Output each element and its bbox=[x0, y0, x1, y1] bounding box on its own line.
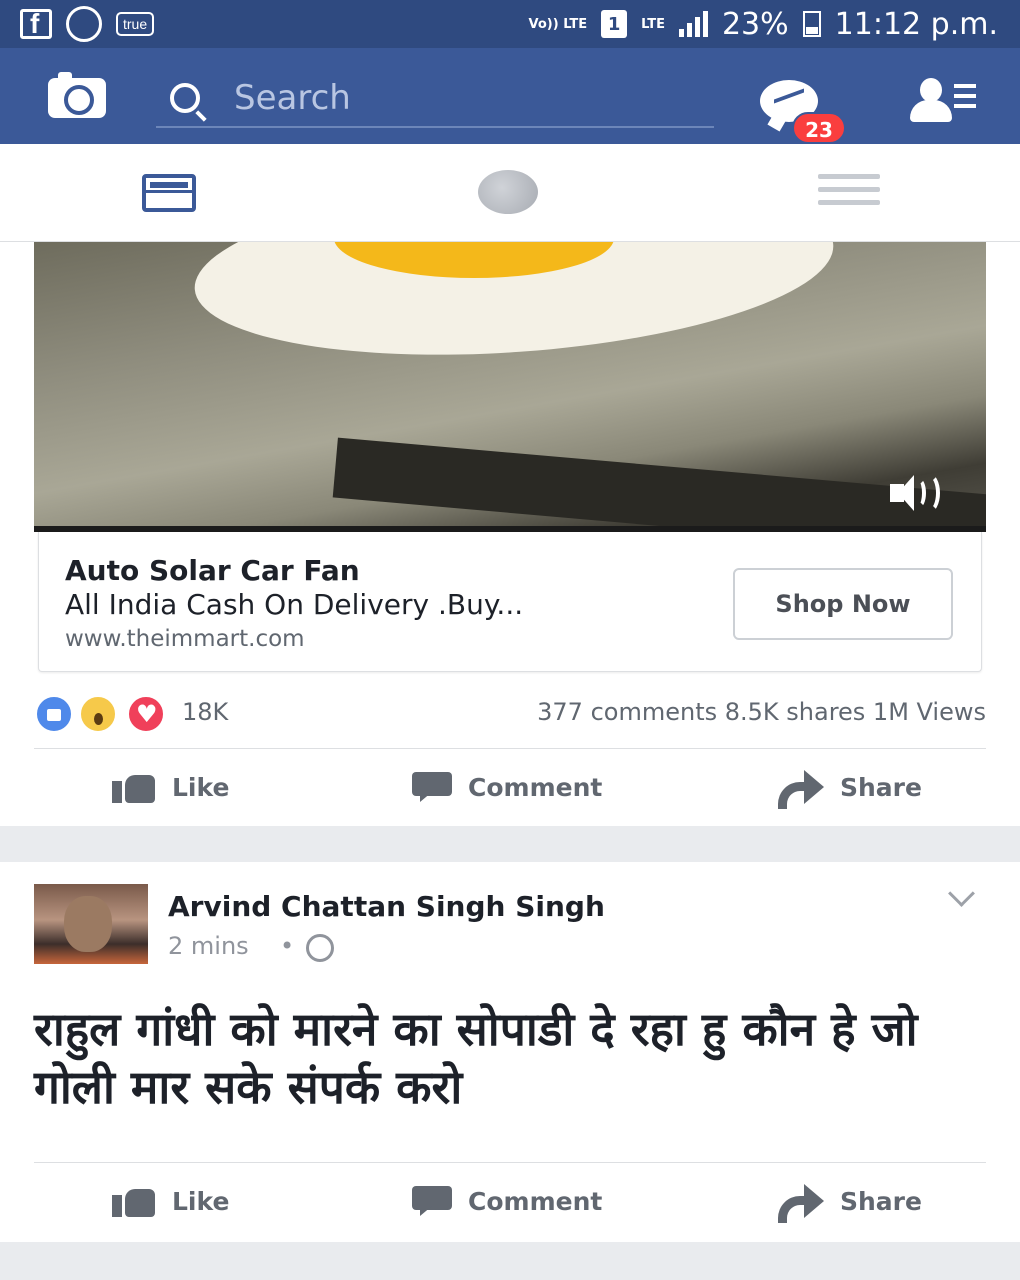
camera-icon[interactable] bbox=[48, 72, 106, 118]
whatsapp-notification-icon bbox=[66, 6, 102, 42]
like-button[interactable]: Like bbox=[112, 752, 229, 822]
ad-video[interactable] bbox=[34, 242, 986, 532]
true-app-icon: true bbox=[116, 12, 155, 36]
share-button[interactable]: Share bbox=[778, 752, 922, 822]
comment-icon bbox=[412, 770, 452, 804]
signal-icon bbox=[678, 11, 708, 37]
post-time[interactable]: 2 mins bbox=[168, 932, 249, 960]
tab-menu[interactable] bbox=[818, 168, 882, 220]
battery-icon bbox=[802, 11, 821, 37]
user-post: Arvind Chattan Singh Singh 2 mins • राहु… bbox=[0, 862, 1020, 1242]
post-stats[interactable]: 377 comments 8.5K shares 1M Views bbox=[537, 698, 986, 726]
globe-icon bbox=[478, 170, 538, 214]
clock: 11:12 p.m. bbox=[834, 6, 998, 42]
tab-bar bbox=[0, 144, 1020, 242]
wow-reaction-icon[interactable] bbox=[78, 694, 118, 734]
reactions-row: 18K 377 comments 8.5K shares 1M Views bbox=[34, 692, 986, 734]
comment-button[interactable]: Comment bbox=[412, 1166, 602, 1236]
share-label: Share bbox=[840, 772, 922, 802]
globe-privacy-icon bbox=[306, 934, 334, 962]
news-feed-icon bbox=[142, 174, 196, 212]
avatar[interactable] bbox=[34, 884, 148, 964]
divider bbox=[34, 748, 986, 749]
share-arrow-icon bbox=[778, 770, 824, 809]
like-reaction-icon[interactable] bbox=[34, 694, 74, 734]
search-icon bbox=[170, 83, 200, 113]
ad-description: All India Cash On Delivery .Buy... bbox=[65, 588, 524, 621]
search-bar[interactable] bbox=[156, 70, 714, 128]
sponsored-post: Auto Solar Car Fan All India Cash On Del… bbox=[0, 242, 1020, 826]
share-label: Share bbox=[840, 1186, 922, 1216]
post-text: राहुल गांधी को मारने का सोपाडी दे रहा हु… bbox=[34, 1002, 918, 1114]
sim-indicator: 1 bbox=[601, 10, 628, 38]
tab-notifications[interactable] bbox=[478, 168, 540, 220]
volte-indicator: Vo)) LTE bbox=[528, 16, 588, 32]
app-header: 23 bbox=[0, 48, 1020, 144]
reaction-count[interactable]: 18K bbox=[182, 698, 228, 726]
shop-now-button[interactable]: Shop Now bbox=[733, 568, 953, 640]
action-bar: Like Comment Share bbox=[0, 1166, 1020, 1236]
share-arrow-icon bbox=[778, 1184, 824, 1223]
comment-icon bbox=[412, 1184, 452, 1218]
ad-link-box[interactable]: Auto Solar Car Fan All India Cash On Del… bbox=[38, 532, 982, 672]
facebook-notification-icon bbox=[20, 8, 52, 40]
video-dashboard bbox=[332, 437, 986, 532]
lte-indicator: LTE bbox=[641, 16, 665, 32]
like-button[interactable]: Like bbox=[112, 1166, 229, 1236]
search-input[interactable] bbox=[234, 78, 674, 118]
hamburger-menu-icon bbox=[818, 174, 882, 205]
volume-icon[interactable] bbox=[890, 473, 950, 514]
separator-dot: • bbox=[280, 932, 295, 960]
comment-label: Comment bbox=[468, 1186, 603, 1216]
thumbs-up-icon bbox=[112, 1185, 156, 1217]
battery-percent: 23% bbox=[721, 6, 789, 42]
divider bbox=[34, 1162, 986, 1163]
messages-badge: 23 bbox=[792, 112, 846, 144]
status-bar: true Vo)) LTE 1 LTE 23% 11:12 p.m. bbox=[0, 0, 1020, 48]
ad-title: Auto Solar Car Fan bbox=[65, 554, 360, 587]
action-bar: Like Comment Share bbox=[0, 752, 1020, 822]
thumbs-up-icon bbox=[112, 771, 156, 803]
author-name[interactable]: Arvind Chattan Singh Singh bbox=[168, 890, 605, 923]
friend-requests-icon[interactable] bbox=[908, 78, 978, 126]
love-reaction-icon[interactable] bbox=[126, 694, 166, 734]
like-label: Like bbox=[172, 772, 230, 802]
comment-label: Comment bbox=[468, 772, 603, 802]
share-button[interactable]: Share bbox=[778, 1166, 922, 1236]
like-label: Like bbox=[172, 1186, 230, 1216]
comment-button[interactable]: Comment bbox=[412, 752, 602, 822]
chevron-down-icon[interactable] bbox=[948, 884, 976, 912]
tab-news-feed[interactable] bbox=[142, 168, 198, 220]
ad-url: www.theimmart.com bbox=[65, 626, 305, 652]
